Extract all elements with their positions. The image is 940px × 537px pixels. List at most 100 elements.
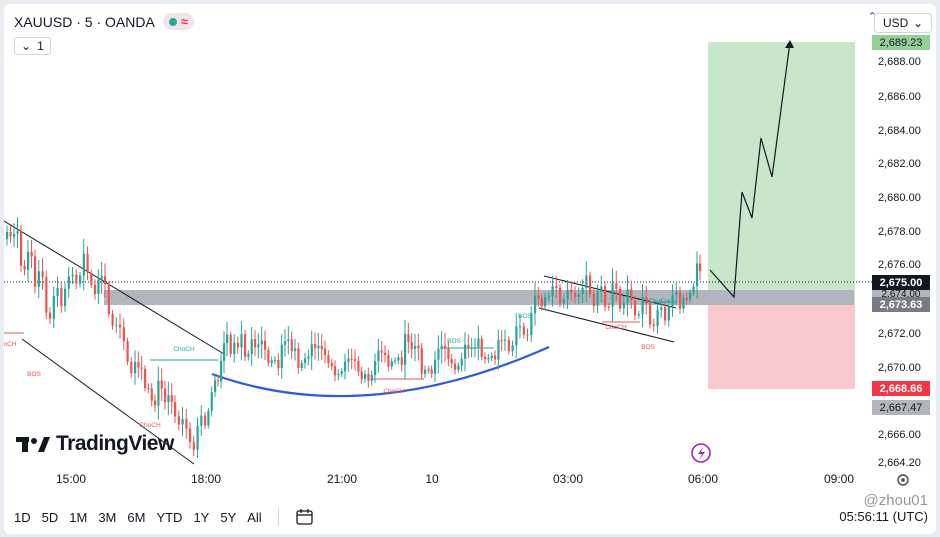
candle-body bbox=[41, 271, 44, 278]
candle-body bbox=[314, 343, 317, 349]
candle-body bbox=[596, 291, 599, 306]
candle-body bbox=[470, 347, 473, 349]
candle-body bbox=[367, 374, 370, 382]
range-button-5d[interactable]: 5D bbox=[42, 510, 59, 525]
chevron-down-icon: ⌄ bbox=[21, 39, 32, 53]
structure-label: BOS bbox=[518, 313, 532, 320]
candle-body bbox=[504, 339, 507, 341]
svg-text:2,667.47: 2,667.47 bbox=[880, 402, 923, 414]
tradingview-logo-icon bbox=[16, 437, 50, 452]
price-tick-label: 2,684.00 bbox=[878, 125, 921, 137]
candle-body bbox=[181, 418, 184, 425]
candle-body bbox=[430, 369, 433, 374]
range-button-1d[interactable]: 1D bbox=[14, 510, 31, 525]
toolbar-divider bbox=[277, 508, 279, 526]
candle-body bbox=[160, 380, 163, 389]
utc-clock[interactable]: 05:56:11 (UTC) bbox=[839, 509, 928, 524]
time-axis[interactable]: 15:00 18:00 21:00 10 03:00 06:00 09:00 bbox=[56, 472, 854, 486]
candle-body bbox=[559, 287, 562, 304]
candle-body bbox=[6, 231, 9, 239]
candle-body bbox=[122, 327, 125, 342]
candle-body bbox=[577, 294, 580, 298]
candle-body bbox=[147, 388, 150, 390]
candle-body bbox=[656, 309, 659, 327]
candle-body bbox=[641, 296, 644, 315]
loss-zone[interactable] bbox=[708, 305, 855, 389]
range-button-1m[interactable]: 1M bbox=[69, 510, 87, 525]
candle-body bbox=[20, 231, 23, 266]
candle-body bbox=[667, 306, 670, 321]
candle-body bbox=[604, 286, 607, 307]
candle-body bbox=[207, 410, 210, 426]
candle-body bbox=[214, 380, 217, 393]
candle-body bbox=[164, 388, 167, 403]
price-tag-entry: 2,673.63 bbox=[872, 297, 930, 312]
candle-body bbox=[675, 292, 678, 296]
candle-body bbox=[585, 275, 588, 289]
candle-body bbox=[27, 251, 30, 270]
currency-select[interactable]: USD ⌄ bbox=[874, 13, 932, 33]
profit-zone[interactable] bbox=[708, 42, 855, 305]
structure-label: ChoCH bbox=[139, 422, 161, 429]
candle-body bbox=[330, 363, 333, 367]
calendar-range-icon[interactable] bbox=[295, 508, 315, 526]
candle-body bbox=[480, 338, 483, 358]
candle-body bbox=[236, 342, 239, 348]
candle-body bbox=[240, 334, 243, 348]
candle-body bbox=[177, 416, 180, 425]
logo-text: TradingView bbox=[56, 432, 174, 455]
candle-body bbox=[9, 231, 12, 237]
range-button-ytd[interactable]: YTD bbox=[156, 510, 182, 525]
candle-body bbox=[380, 350, 383, 353]
range-button-1y[interactable]: 1Y bbox=[193, 510, 209, 525]
range-button-3m[interactable]: 3M bbox=[98, 510, 116, 525]
candle-body bbox=[97, 279, 100, 295]
time-tick-label: 15:00 bbox=[56, 472, 86, 486]
candle-body bbox=[645, 296, 648, 304]
range-button-all[interactable]: All bbox=[247, 510, 261, 525]
candle-body bbox=[420, 348, 423, 374]
candle-body bbox=[474, 347, 477, 349]
candle-body bbox=[310, 343, 313, 357]
candle-body bbox=[294, 348, 297, 351]
candle-body bbox=[377, 350, 380, 362]
candle-body bbox=[174, 402, 177, 417]
settings-icon[interactable] bbox=[897, 474, 909, 486]
candle-body bbox=[334, 366, 337, 376]
price-tick-label: 2,672.00 bbox=[878, 328, 921, 340]
range-button-5y[interactable]: 5Y bbox=[220, 510, 236, 525]
candle-body bbox=[189, 428, 192, 443]
candle-body bbox=[464, 344, 467, 359]
candle-body bbox=[519, 326, 522, 328]
candle-body bbox=[79, 275, 82, 284]
candle-body bbox=[274, 359, 277, 361]
candle-body bbox=[467, 344, 470, 348]
market-open-dot-icon bbox=[168, 17, 177, 26]
candle-body bbox=[317, 345, 320, 349]
market-status-pill[interactable]: ≈ bbox=[162, 13, 194, 30]
lightning-icon[interactable] bbox=[691, 443, 711, 463]
candle-body bbox=[229, 334, 232, 354]
candle-body bbox=[507, 339, 510, 352]
candle-body bbox=[37, 271, 40, 287]
candle-body bbox=[94, 284, 97, 295]
range-button-6m[interactable]: 6M bbox=[127, 510, 145, 525]
candle-body bbox=[454, 363, 457, 370]
candle-body bbox=[450, 358, 453, 364]
indicator-toggle[interactable]: ⌄ 1 bbox=[14, 37, 51, 55]
symbol-header[interactable]: XAUUSD · 5 · OANDA ≈ bbox=[14, 13, 194, 30]
candle-body bbox=[284, 341, 287, 345]
svg-text:2,689.23: 2,689.23 bbox=[880, 37, 923, 49]
candle-body bbox=[307, 356, 310, 359]
candle-body bbox=[264, 340, 267, 350]
candle-body bbox=[185, 418, 188, 429]
candle-body bbox=[320, 345, 323, 349]
candle-body bbox=[337, 373, 340, 376]
candle-body bbox=[267, 349, 270, 364]
price-tick-label: 2,670.00 bbox=[878, 362, 921, 374]
candle-body bbox=[357, 360, 360, 372]
candle-body bbox=[424, 369, 427, 374]
candle-body bbox=[500, 339, 503, 341]
symbol-title[interactable]: XAUUSD · 5 · OANDA bbox=[14, 14, 155, 30]
candle-body bbox=[494, 355, 497, 360]
